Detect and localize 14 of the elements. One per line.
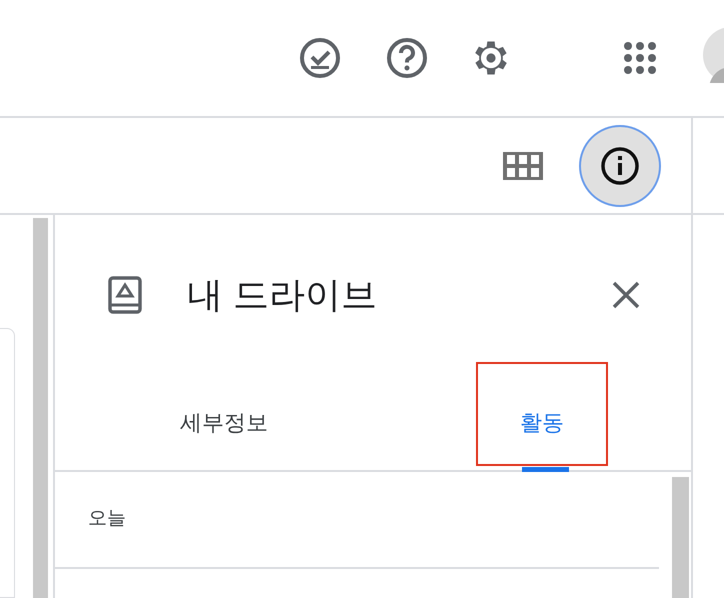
help-icon[interactable]	[385, 36, 429, 80]
panel-tab[interactable]: 활동	[392, 375, 691, 470]
drive-folder-icon	[108, 276, 142, 314]
apps-grid-icon[interactable]	[623, 41, 657, 75]
panel-tab[interactable]: 세부정보	[55, 375, 393, 470]
close-icon[interactable]	[611, 280, 641, 310]
scrollbar[interactable]	[33, 218, 48, 598]
info-icon	[600, 146, 640, 186]
task-check-icon[interactable]	[298, 36, 342, 80]
scrollbar[interactable]	[672, 477, 689, 598]
panel-title: 내 드라이브	[187, 273, 378, 317]
grid-view-icon[interactable]	[503, 152, 543, 180]
tab-indicator	[522, 467, 569, 472]
section-heading: 오늘	[88, 507, 126, 532]
